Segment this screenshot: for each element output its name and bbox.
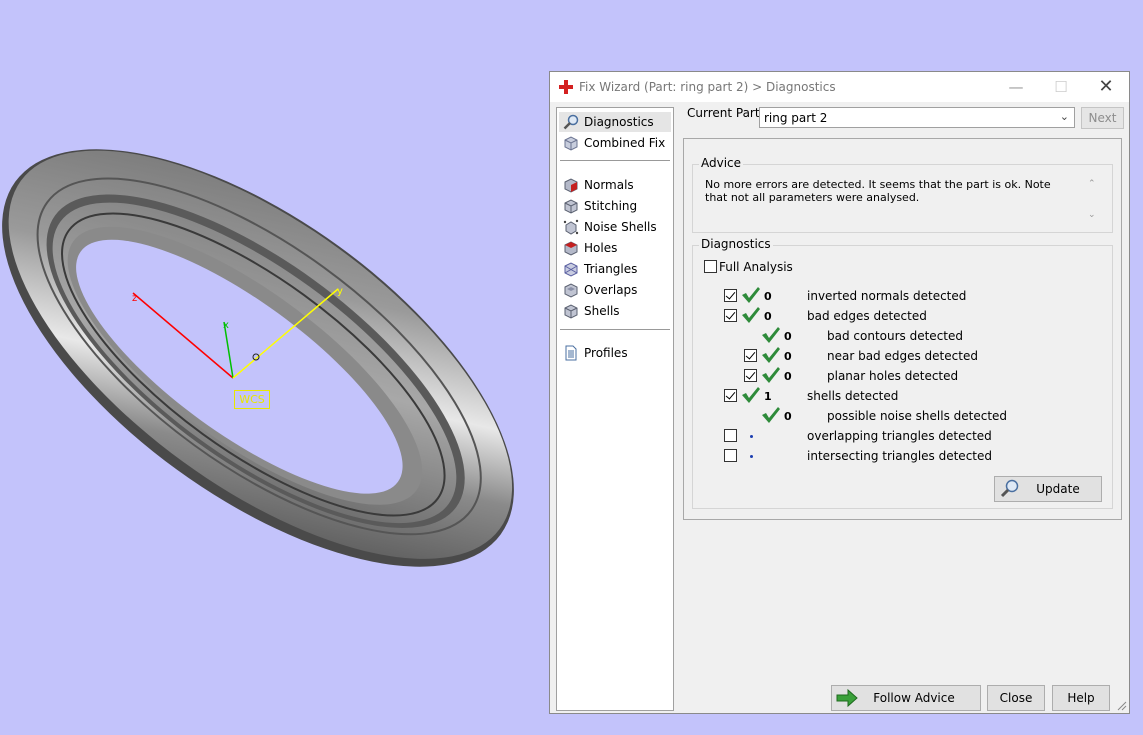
- wcs-label: WCS: [234, 390, 270, 409]
- row-count: 0: [764, 310, 772, 323]
- z-axis-label: z: [132, 293, 137, 304]
- shells-icon: [564, 304, 578, 319]
- row-label: shells detected: [807, 389, 899, 403]
- help-button[interactable]: Help: [1052, 685, 1110, 711]
- overlaps-icon: [564, 283, 578, 298]
- row-label: bad contours detected: [827, 329, 963, 343]
- nav-item-holes[interactable]: Holes: [559, 238, 671, 258]
- nav-item-diagnostics[interactable]: Diagnostics: [559, 112, 671, 132]
- nav-item-label: Overlaps: [584, 283, 638, 297]
- normals-cube-icon: [564, 178, 578, 193]
- nav-item-overlaps[interactable]: Overlaps: [559, 280, 671, 300]
- full-analysis-label: Full Analysis: [719, 260, 793, 274]
- full-analysis-checkbox[interactable]: [704, 260, 717, 273]
- green-check-icon: [762, 327, 780, 343]
- magnifier-icon: [1000, 479, 1019, 498]
- row-label: overlapping triangles detected: [807, 429, 992, 443]
- nav-item-label: Diagnostics: [584, 115, 654, 129]
- noise-shells-icon: [563, 219, 579, 235]
- nav-item-shells[interactable]: Shells: [559, 301, 671, 321]
- holes-cube-icon: [564, 241, 578, 256]
- advice-title: Advice: [699, 156, 744, 170]
- nav-item-label: Combined Fix: [584, 136, 666, 150]
- scroll-down-icon[interactable]: ⌄: [1088, 210, 1096, 220]
- row-label: bad edges detected: [807, 309, 927, 323]
- nav-item-noise-shells[interactable]: Noise Shells: [559, 217, 671, 237]
- dialog-title: Fix Wizard (Part: ring part 2) > Diagnos…: [579, 80, 836, 94]
- row-count: 0: [784, 410, 792, 423]
- row-checkbox[interactable]: [724, 289, 737, 302]
- nav-item-label: Normals: [584, 178, 634, 192]
- stitching-cube-icon: [564, 199, 578, 214]
- green-check-icon: [742, 387, 760, 403]
- y-axis-label: y: [337, 286, 343, 297]
- green-check-icon: [742, 287, 760, 303]
- row-count: 1: [764, 390, 772, 403]
- row-label: inverted normals detected: [807, 289, 967, 303]
- nav-item-label: Profiles: [584, 346, 628, 360]
- update-label: Update: [1036, 482, 1080, 496]
- current-part-value: ring part 2: [764, 111, 828, 125]
- nav-item-combined-fix[interactable]: Combined Fix: [559, 133, 671, 153]
- 3d-viewport[interactable]: z x y WCS: [0, 0, 548, 735]
- current-part-label: Current Part:: [687, 106, 764, 120]
- row-label: possible noise shells detected: [827, 409, 1008, 423]
- nav-item-label: Stitching: [584, 199, 638, 213]
- row-count: 0: [784, 350, 792, 363]
- close-button[interactable]: Close: [987, 685, 1045, 711]
- magnifier-icon: [563, 114, 579, 130]
- row-checkbox[interactable]: [744, 349, 757, 362]
- minimize-button[interactable]: —: [996, 76, 1036, 98]
- row-label: near bad edges detected: [827, 349, 978, 363]
- nav-item-label: Holes: [584, 241, 618, 255]
- title-bar[interactable]: Fix Wizard (Part: ring part 2) > Diagnos…: [550, 72, 1129, 102]
- follow-advice-button[interactable]: Follow Advice: [831, 685, 981, 711]
- green-check-icon: [762, 367, 780, 383]
- advice-text: No more errors are detected. It seems th…: [705, 178, 1051, 204]
- row-checkbox[interactable]: [724, 449, 737, 462]
- nav-item-profiles[interactable]: Profiles: [559, 343, 671, 363]
- ring-part-render: z x y: [2, 149, 514, 567]
- nav-item-stitching[interactable]: Stitching: [559, 196, 671, 216]
- pending-dot-icon: [750, 455, 753, 458]
- nav-divider: [560, 160, 670, 161]
- maximize-button[interactable]: ☐: [1041, 76, 1081, 98]
- triangles-icon: [564, 262, 578, 277]
- nav-item-label: Triangles: [584, 262, 638, 276]
- green-check-icon: [742, 307, 760, 323]
- follow-advice-label: Follow Advice: [873, 691, 955, 705]
- row-checkbox[interactable]: [744, 369, 757, 382]
- green-check-icon: [762, 407, 780, 423]
- nav-item-label: Shells: [584, 304, 620, 318]
- row-count: 0: [784, 370, 792, 383]
- next-button[interactable]: Next: [1081, 107, 1124, 129]
- resize-grip-icon[interactable]: [1117, 701, 1127, 711]
- x-axis-label: x: [223, 320, 229, 331]
- nav-item-normals[interactable]: Normals: [559, 175, 671, 195]
- diagnostics-title: Diagnostics: [699, 237, 773, 251]
- scroll-up-icon[interactable]: ⌃: [1088, 179, 1096, 189]
- document-icon: [565, 345, 577, 361]
- nav-item-triangles[interactable]: Triangles: [559, 259, 671, 279]
- arrow-right-icon: [836, 688, 858, 708]
- row-count: 0: [784, 330, 792, 343]
- update-button[interactable]: Update: [994, 476, 1102, 502]
- row-checkbox[interactable]: [724, 389, 737, 402]
- row-checkbox[interactable]: [724, 429, 737, 442]
- nav-item-label: Noise Shells: [584, 220, 657, 234]
- row-label: intersecting triangles detected: [807, 449, 992, 463]
- cube-icon: [564, 136, 578, 151]
- wizard-navigation: Diagnostics Combined Fix Normals Stitchi…: [556, 107, 674, 711]
- current-part-select[interactable]: ring part 2 ⌄: [759, 107, 1075, 128]
- row-label: planar holes detected: [827, 369, 959, 383]
- red-cross-icon: [559, 80, 573, 94]
- nav-divider: [560, 329, 670, 330]
- row-checkbox[interactable]: [724, 309, 737, 322]
- chevron-down-icon: ⌄: [1059, 110, 1069, 123]
- fix-wizard-dialog: Fix Wizard (Part: ring part 2) > Diagnos…: [549, 71, 1130, 714]
- close-window-button[interactable]: ✕: [1086, 76, 1126, 98]
- green-check-icon: [762, 347, 780, 363]
- pending-dot-icon: [750, 435, 753, 438]
- row-count: 0: [764, 290, 772, 303]
